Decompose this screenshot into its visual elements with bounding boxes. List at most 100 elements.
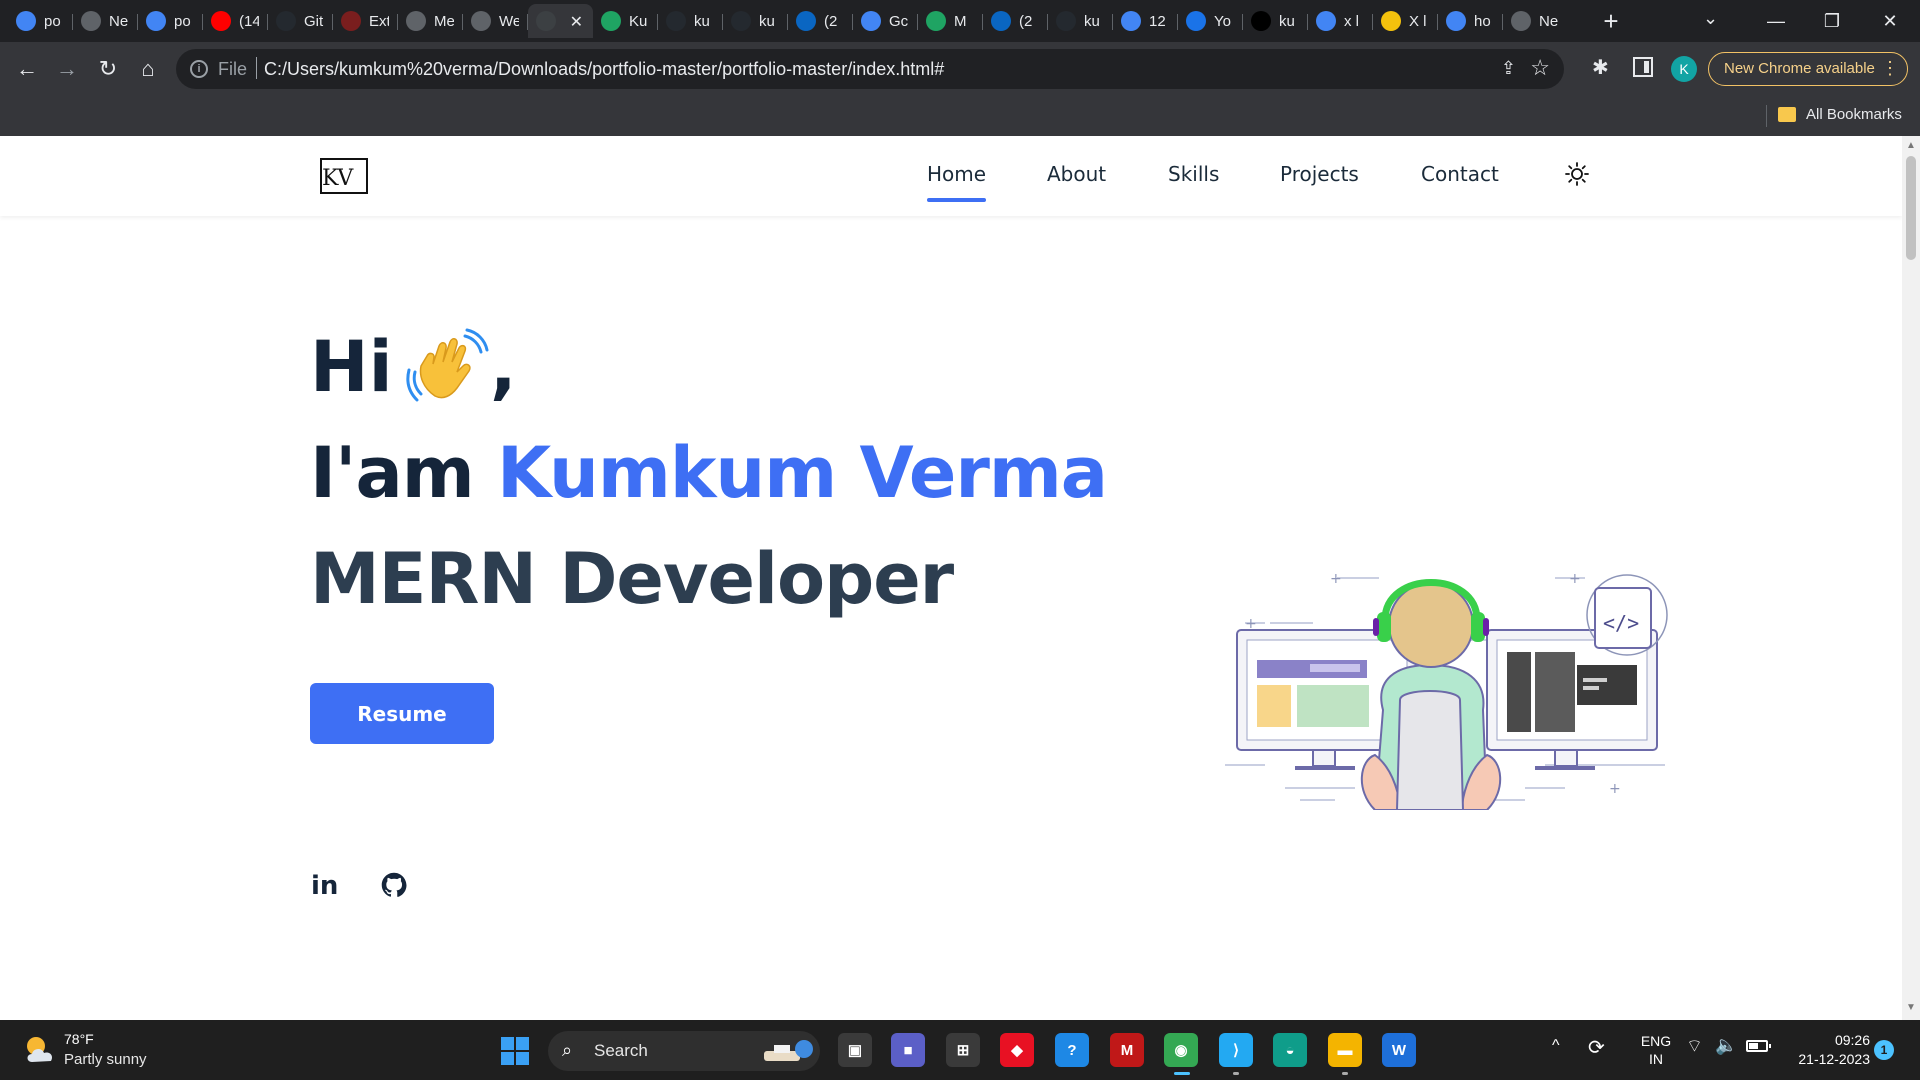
notification-badge[interactable]: 1	[1874, 1040, 1894, 1060]
kebab-menu-icon[interactable]: ⋮	[1881, 53, 1899, 84]
share-icon[interactable]: ⇪	[1501, 58, 1516, 79]
linkedin-icon[interactable]: in	[311, 871, 338, 901]
help-icon[interactable]: ?	[1055, 1033, 1089, 1067]
mcafee-icon[interactable]: M	[1110, 1033, 1144, 1067]
wifi-icon[interactable]: ⌔	[1686, 1035, 1703, 1058]
edge-icon[interactable]: ◒	[1273, 1033, 1307, 1067]
browser-tab[interactable]: Gc	[853, 4, 918, 38]
back-button[interactable]: ←	[12, 54, 42, 84]
browser-tab[interactable]: x l	[1308, 4, 1373, 38]
web-page: KV Home About Skills Projects Contact Hi…	[0, 136, 1902, 1020]
teams-meet-icon[interactable]: ■	[891, 1033, 925, 1067]
taskbar-search-box[interactable]: ⌕ Search	[548, 1031, 820, 1071]
browser-tab[interactable]: Ku	[593, 4, 658, 38]
side-panel-icon[interactable]	[1633, 57, 1653, 77]
tab-title: Ne	[1539, 12, 1559, 30]
browser-tab[interactable]: ho	[1438, 4, 1503, 38]
browser-tab[interactable]: We	[463, 4, 528, 38]
windows-start-button[interactable]	[501, 1037, 529, 1065]
bookmark-star-icon[interactable]: ☆	[1530, 55, 1550, 81]
resume-button[interactable]: Resume	[310, 683, 494, 744]
new-chrome-available-button[interactable]: New Chrome available ⋮	[1708, 52, 1908, 86]
hero-role: MERN Developer	[310, 538, 954, 620]
chrome-icon	[406, 11, 426, 31]
partly-sunny-icon[interactable]	[22, 1032, 58, 1068]
url-scheme-divider	[256, 57, 257, 79]
browser-tab[interactable]: po	[8, 4, 73, 38]
blue-app-icon[interactable]: W	[1382, 1033, 1416, 1067]
nav-home[interactable]: Home	[927, 162, 987, 202]
nav-about[interactable]: About	[1047, 162, 1106, 186]
nav-skills[interactable]: Skills	[1168, 162, 1219, 186]
clock[interactable]: 09:26 21-12-2023	[1780, 1031, 1870, 1069]
extensions-icon[interactable]: ✱	[1592, 55, 1609, 80]
url-text[interactable]: C:/Users/kumkum%20verma/Downloads/portfo…	[264, 59, 944, 80]
tab-search-button[interactable]: ⌄	[1703, 8, 1718, 29]
weather-description[interactable]: Partly sunny	[64, 1051, 147, 1068]
tab-title: (2	[824, 12, 838, 30]
sun-icon[interactable]	[1565, 162, 1589, 186]
tab-title: Git	[304, 12, 324, 30]
browser-tab[interactable]: (2	[983, 4, 1048, 38]
close-window-button[interactable]: ✕	[1870, 6, 1910, 36]
scroll-up-arrow-icon[interactable]: ▲	[1906, 140, 1916, 151]
browser-tab[interactable]: 12	[1113, 4, 1178, 38]
close-tab-icon[interactable]: ✕	[570, 12, 583, 32]
all-bookmarks-button[interactable]: All Bookmarks	[1806, 106, 1902, 123]
tab-title: Ne	[109, 12, 129, 30]
new-tab-button[interactable]: +	[1595, 5, 1627, 37]
browser-tab[interactable]: Ne	[1503, 4, 1568, 38]
browser-tab[interactable]: X l	[1373, 4, 1438, 38]
page-scrollbar[interactable]: ▲ ▼	[1902, 136, 1920, 1020]
browser-tab[interactable]: ku	[1048, 4, 1113, 38]
nav-projects[interactable]: Projects	[1280, 162, 1359, 186]
input-language-indicator[interactable]: ENG IN	[1634, 1032, 1678, 1068]
forward-button[interactable]: →	[52, 54, 82, 84]
hero-name: Kumkum Verma	[497, 432, 1108, 514]
minimize-button[interactable]: —	[1756, 6, 1796, 36]
show-hidden-icons-chevron-icon[interactable]: ^	[1552, 1037, 1560, 1055]
weather-temperature[interactable]: 78°F	[64, 1031, 94, 1047]
browser-tab[interactable]: (2	[788, 4, 853, 38]
browser-tab[interactable]: ✕	[528, 4, 593, 38]
tab-title: Gc	[889, 12, 909, 30]
hero-comma: ,	[490, 326, 517, 408]
sync-icon[interactable]: ⟳	[1588, 1035, 1605, 1060]
task-view-icon[interactable]: ▣	[838, 1033, 872, 1067]
file-explorer-icon[interactable]: ▬	[1328, 1033, 1362, 1075]
github-icon	[276, 11, 296, 31]
browser-tab[interactable]: Git	[268, 4, 333, 38]
address-bar[interactable]: i File C:/Users/kumkum%20verma/Downloads…	[176, 49, 1564, 89]
vscode-icon[interactable]: ⟩	[1219, 1033, 1253, 1075]
folder-icon	[1778, 107, 1796, 122]
browser-tab[interactable]: Me	[398, 4, 463, 38]
home-button[interactable]: ⌂	[133, 54, 163, 84]
red-app-icon[interactable]: ◆	[1000, 1033, 1034, 1067]
browser-tab[interactable]: Ext	[333, 4, 398, 38]
profile-avatar[interactable]: K	[1671, 56, 1697, 82]
extension-page-icon	[341, 11, 361, 31]
github-icon[interactable]	[380, 871, 408, 899]
restore-button[interactable]: ❐	[1812, 6, 1852, 36]
nav-contact[interactable]: Contact	[1421, 162, 1499, 186]
battery-icon[interactable]	[1746, 1040, 1771, 1052]
browser-tab[interactable]: (14	[203, 4, 268, 38]
browser-tab[interactable]: Ne	[73, 4, 138, 38]
clock-time: 09:26	[1834, 1032, 1870, 1048]
site-info-icon[interactable]: i	[190, 60, 208, 78]
microsoft-store-icon[interactable]: ⊞	[946, 1033, 980, 1067]
browser-tab[interactable]: ku	[1243, 4, 1308, 38]
chrome-taskbar-icon[interactable]: ◉	[1164, 1033, 1198, 1075]
site-logo[interactable]: KV	[320, 158, 368, 194]
browser-toolbar: ← → ↻ ⌂ i File C:/Users/kumkum%20verma/D…	[0, 42, 1920, 96]
volume-icon[interactable]: 🔈	[1715, 1035, 1737, 1056]
scrollbar-thumb[interactable]	[1906, 156, 1916, 260]
browser-tab[interactable]: ku	[658, 4, 723, 38]
google-g-icon	[1121, 11, 1141, 31]
browser-tab[interactable]: po	[138, 4, 203, 38]
scroll-down-arrow-icon[interactable]: ▼	[1906, 1002, 1916, 1013]
browser-tab[interactable]: ku	[723, 4, 788, 38]
browser-tab[interactable]: M	[918, 4, 983, 38]
browser-tab[interactable]: Yo	[1178, 4, 1243, 38]
reload-button[interactable]: ↻	[93, 54, 123, 84]
